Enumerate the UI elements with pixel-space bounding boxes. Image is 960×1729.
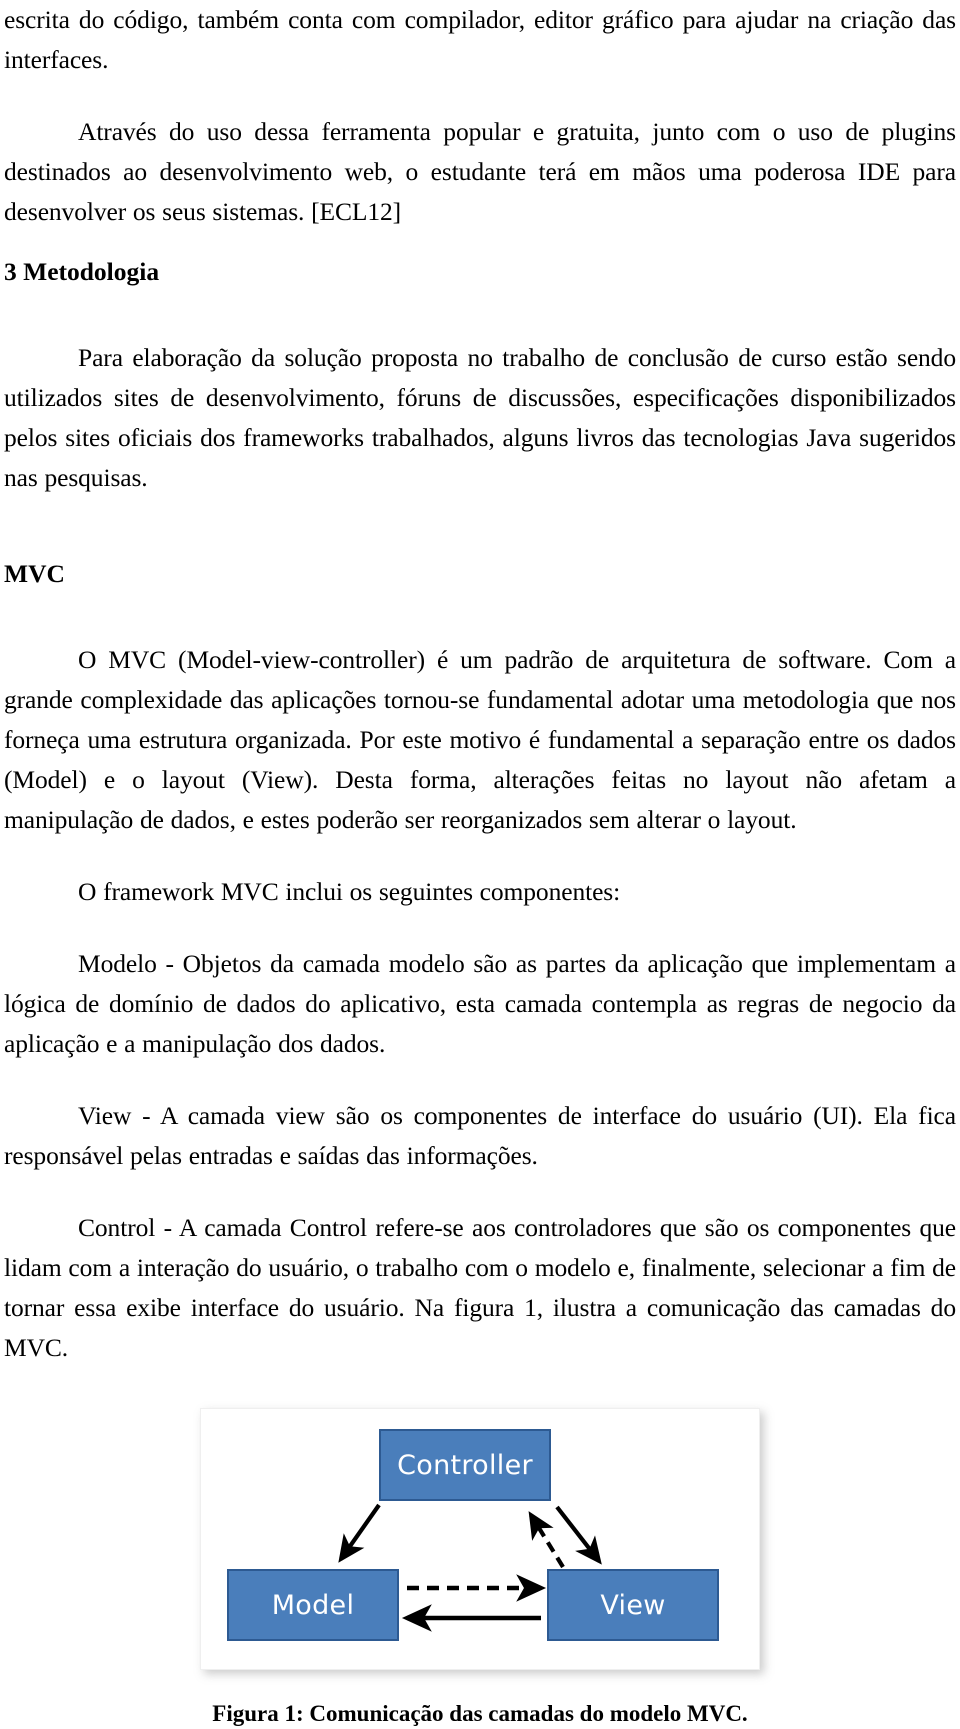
figure-mvc: Controller Model View: [4, 1408, 956, 1675]
node-model: Model: [227, 1569, 399, 1641]
heading-mvc: MVC: [4, 559, 65, 588]
node-controller: Controller: [379, 1429, 551, 1501]
figure-frame: Controller Model View: [200, 1408, 760, 1670]
paragraph-modelo: Modelo - Objetos da camada modelo são as…: [4, 949, 956, 1058]
node-view-label: View: [600, 1589, 666, 1621]
figure-caption: Figura 1: Comunicação das camadas do mod…: [212, 1701, 748, 1726]
document-page: escrita do código, também conta com comp…: [0, 0, 960, 1726]
arrow-view-to-controller: [528, 1511, 565, 1569]
paragraph-plugins: Através do uso dessa ferramenta popular …: [4, 117, 956, 226]
paragraph-components-lead: O framework MVC inclui os seguintes comp…: [78, 877, 621, 906]
node-controller-label: Controller: [397, 1449, 533, 1481]
mvc-diagram: Controller Model View: [201, 1409, 759, 1669]
paragraph-intro-continuation: escrita do código, também conta com comp…: [4, 5, 956, 74]
arrow-controller-to-model: [338, 1503, 381, 1563]
arrow-controller-to-view: [555, 1505, 602, 1565]
node-view: View: [547, 1569, 719, 1641]
paragraph-view: View - A camada view são os componentes …: [4, 1101, 956, 1170]
paragraph-mvc-intro: O MVC (Model-view-controller) é um padrã…: [4, 645, 956, 834]
heading-metodologia: 3 Metodologia: [4, 257, 160, 286]
paragraph-metodologia: Para elaboração da solução proposta no t…: [4, 343, 956, 492]
node-model-label: Model: [271, 1589, 355, 1621]
paragraph-control: Control - A camada Control refere-se aos…: [4, 1213, 956, 1362]
